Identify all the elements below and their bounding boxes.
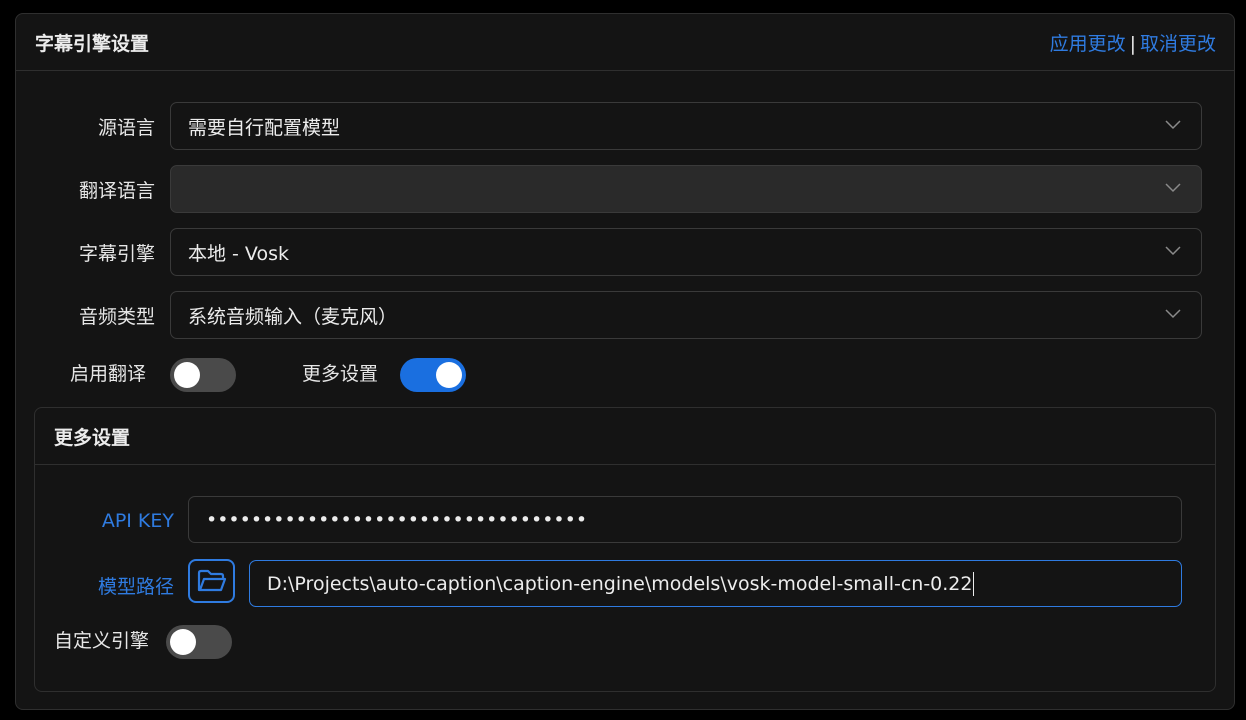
audio-type-value: 系统音频输入（麦克风） bbox=[188, 305, 398, 328]
header-actions: 应用更改 | 取消更改 bbox=[1050, 29, 1216, 56]
audio-type-select[interactable]: 系统音频输入（麦克风） bbox=[170, 291, 1202, 339]
apply-changes-link[interactable]: 应用更改 bbox=[1050, 33, 1126, 55]
custom-engine-toggle[interactable] bbox=[166, 625, 232, 659]
chevron-down-icon bbox=[1165, 309, 1181, 319]
translate-language-row: 翻译语言 bbox=[16, 165, 1234, 213]
action-separator: | bbox=[1129, 32, 1136, 55]
more-settings-label: 更多设置 bbox=[302, 363, 379, 385]
source-language-label: 源语言 bbox=[97, 116, 155, 139]
custom-engine-label: 自定义引擎 bbox=[54, 630, 150, 652]
chevron-down-icon bbox=[1165, 246, 1181, 256]
source-language-row: 源语言 需要自行配置模型 bbox=[16, 102, 1234, 150]
caption-engine-value: 本地 - Vosk bbox=[188, 242, 289, 265]
chevron-down-icon bbox=[1165, 183, 1181, 193]
browse-folder-button[interactable] bbox=[188, 559, 235, 603]
api-key-input[interactable]: •••••••••••••••••••••••••••••••••• bbox=[188, 496, 1182, 543]
card-title: 字幕引擎设置 bbox=[35, 32, 150, 55]
toggle-knob bbox=[174, 362, 200, 388]
caption-engine-row: 字幕引擎 本地 - Vosk bbox=[16, 228, 1234, 276]
chevron-down-icon bbox=[1165, 120, 1181, 130]
more-settings-title: 更多设置 bbox=[35, 408, 1215, 465]
caption-engine-settings-card: 字幕引擎设置 应用更改 | 取消更改 源语言 需要自行配置模型 翻译语言 字幕引擎 … bbox=[15, 13, 1235, 710]
cancel-changes-link[interactable]: 取消更改 bbox=[1140, 33, 1216, 55]
source-language-select[interactable]: 需要自行配置模型 bbox=[170, 102, 1202, 150]
text-cursor bbox=[973, 571, 975, 596]
caption-engine-label: 字幕引擎 bbox=[78, 242, 155, 265]
audio-type-row: 音频类型 系统音频输入（麦克风） bbox=[16, 291, 1234, 339]
api-key-value: •••••••••••••••••••••••••••••••••• bbox=[206, 508, 588, 531]
folder-open-icon bbox=[197, 569, 226, 592]
model-path-label: 模型路径 bbox=[97, 576, 174, 598]
translate-language-select[interactable] bbox=[170, 165, 1202, 213]
enable-translation-toggle[interactable] bbox=[170, 358, 236, 392]
caption-engine-select[interactable]: 本地 - Vosk bbox=[170, 228, 1202, 276]
toggle-knob bbox=[436, 362, 462, 388]
more-settings-toggle[interactable] bbox=[400, 358, 466, 392]
source-language-value: 需要自行配置模型 bbox=[188, 116, 341, 139]
more-settings-panel: 更多设置 API KEY •••••••••••••••••••••••••••… bbox=[34, 407, 1216, 692]
audio-type-label: 音频类型 bbox=[78, 305, 155, 328]
translate-language-label: 翻译语言 bbox=[78, 179, 155, 202]
card-header: 字幕引擎设置 应用更改 | 取消更改 bbox=[16, 14, 1234, 71]
api-key-label: API KEY bbox=[101, 510, 174, 532]
model-path-input[interactable]: D:\Projects\auto-caption\caption-engine\… bbox=[249, 560, 1182, 607]
enable-translation-label: 启用翻译 bbox=[70, 363, 147, 385]
model-path-value: D:\Projects\auto-caption\caption-engine\… bbox=[267, 572, 973, 595]
toggle-knob bbox=[170, 629, 196, 655]
